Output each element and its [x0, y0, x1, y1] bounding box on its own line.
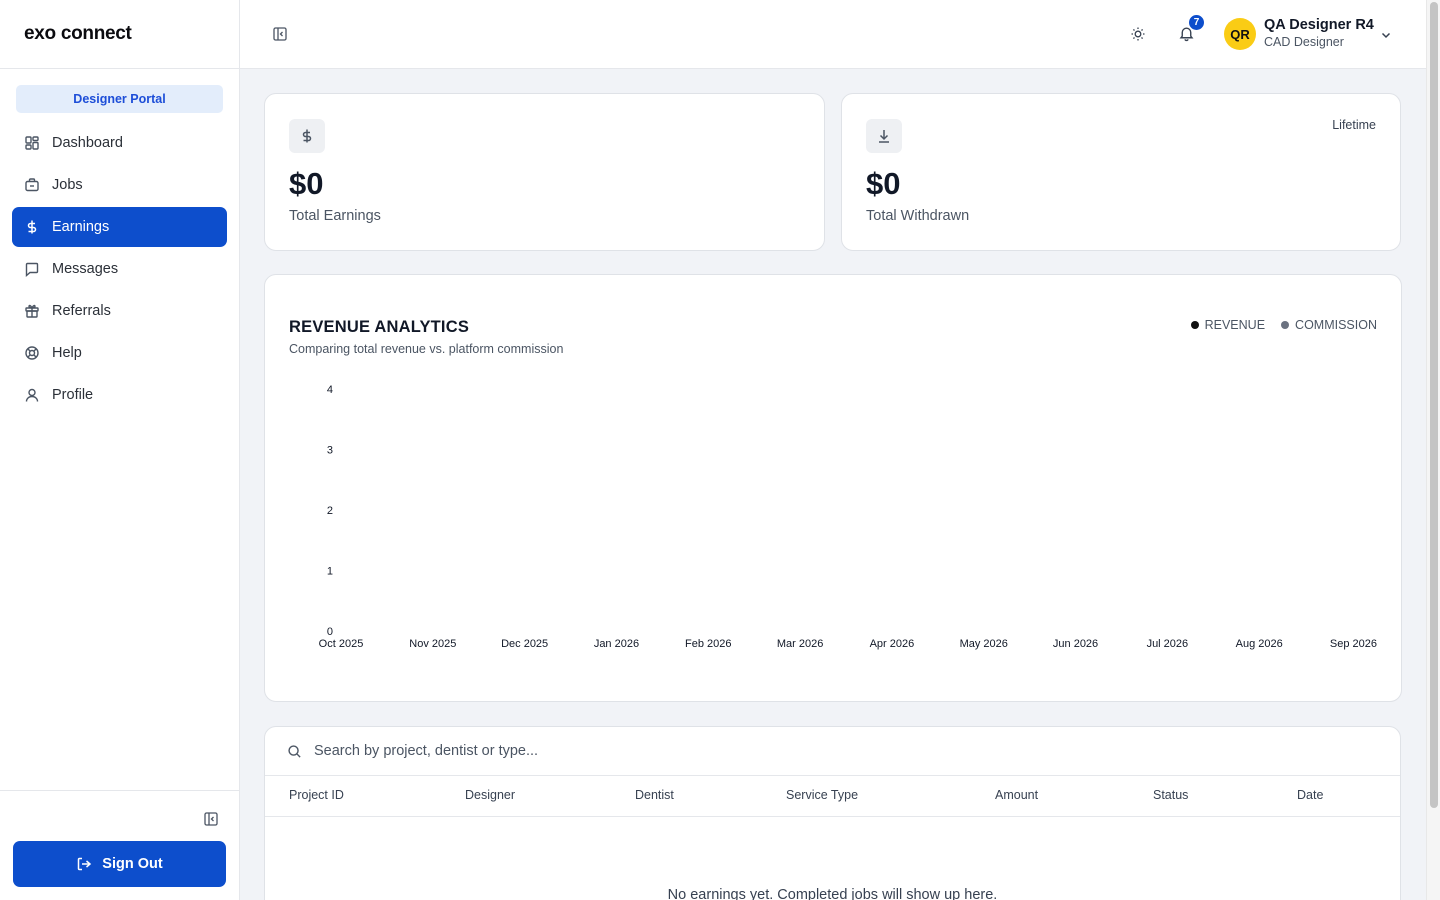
sidebar-item-label: Earnings: [52, 219, 110, 235]
sidebar-item-messages[interactable]: Messages: [12, 249, 227, 289]
x-tick-label: May 2026: [960, 638, 1008, 650]
sidebar-item-label: Jobs: [52, 177, 83, 193]
revenue-analytics-card: REVENUE ANALYTICS Comparing total revenu…: [264, 274, 1402, 702]
column-header-status[interactable]: Status: [1153, 788, 1188, 802]
portal-badge: Designer Portal: [16, 85, 223, 113]
total-earnings-card: $0 Total Earnings: [264, 93, 825, 251]
user-icon: [24, 387, 40, 403]
stat-value: $0: [289, 166, 324, 201]
brand-logo[interactable]: exo connect: [0, 0, 239, 69]
x-tick-label: Jun 2026: [1053, 638, 1098, 650]
sidebar-item-label: Profile: [52, 387, 94, 403]
dashboard-icon: [24, 135, 40, 151]
sidebar-item-label: Help: [52, 345, 82, 361]
sign-out-button[interactable]: Sign Out: [13, 841, 226, 887]
top-header: 7 QR QA Designer R4 CAD Designer: [240, 0, 1426, 69]
search-icon: [287, 744, 302, 759]
search-bar: [265, 727, 1400, 776]
x-tick-label: Mar 2026: [777, 638, 823, 650]
revenue-chart: 0 1 2 3 4 Oct 2025 Nov 2025 Dec 2025 Jan 2026 Feb…: [319, 384, 1377, 650]
scrollbar-thumb[interactable]: [1430, 2, 1438, 808]
page-scrollbar[interactable]: [1426, 0, 1440, 900]
x-tick-label: Jul 2026: [1147, 638, 1189, 650]
x-tick-label: Dec 2025: [501, 638, 548, 650]
sidebar-footer: Sign Out: [0, 790, 239, 900]
chevron-down-icon[interactable]: [1380, 28, 1392, 40]
stat-label: Total Earnings: [289, 208, 381, 224]
column-header-service-type[interactable]: Service Type: [786, 788, 858, 802]
y-tick-label: 0: [327, 626, 333, 638]
x-tick-label: Feb 2026: [685, 638, 731, 650]
dollar-icon: [24, 219, 40, 235]
sign-out-label: Sign Out: [102, 856, 163, 872]
table-header: Project ID Designer Dentist Service Type…: [265, 776, 1400, 817]
y-tick-label: 3: [327, 445, 333, 457]
y-tick-label: 2: [327, 505, 333, 517]
notification-count-badge: 7: [1188, 14, 1205, 31]
column-header-designer[interactable]: Designer: [465, 788, 515, 802]
sidebar-item-referrals[interactable]: Referrals: [12, 291, 227, 331]
avatar[interactable]: QR: [1224, 18, 1256, 50]
sidebar-nav: Dashboard Jobs Earnings Messages Referra…: [0, 123, 239, 415]
stat-value: $0: [866, 166, 901, 201]
stat-label: Total Withdrawn: [866, 208, 970, 224]
sidebar-item-earnings[interactable]: Earnings: [12, 207, 227, 247]
download-icon: [866, 119, 902, 153]
sidebar-item-label: Referrals: [52, 303, 111, 319]
x-tick-label: Sep 2026: [1330, 638, 1377, 650]
y-tick-label: 1: [327, 566, 333, 578]
user-name[interactable]: QA Designer R4: [1264, 17, 1374, 33]
collapse-sidebar-icon[interactable]: [203, 811, 219, 827]
sidebar: exo connect Designer Portal Dashboard Jo…: [0, 0, 240, 900]
column-header-date[interactable]: Date: [1297, 788, 1323, 802]
sidebar-item-dashboard[interactable]: Dashboard: [12, 123, 227, 163]
message-icon: [24, 261, 40, 277]
lifebuoy-icon: [24, 345, 40, 361]
logout-icon: [76, 856, 92, 872]
column-header-dentist[interactable]: Dentist: [635, 788, 674, 802]
sidebar-item-jobs[interactable]: Jobs: [12, 165, 227, 205]
empty-state-message: No earnings yet. Completed jobs will sho…: [667, 887, 998, 900]
y-tick-label: 4: [327, 384, 333, 396]
sidebar-item-profile[interactable]: Profile: [12, 375, 227, 415]
briefcase-icon: [24, 177, 40, 193]
x-tick-label: Nov 2025: [409, 638, 456, 650]
x-tick-label: Oct 2025: [319, 638, 364, 650]
column-header-project-id[interactable]: Project ID: [289, 788, 344, 802]
column-header-amount[interactable]: Amount: [995, 788, 1038, 802]
search-input[interactable]: [314, 743, 914, 759]
sidebar-item-label: Dashboard: [52, 135, 123, 151]
stat-period: Lifetime: [1332, 118, 1376, 132]
earnings-table-card: Project ID Designer Dentist Service Type…: [264, 726, 1401, 900]
sidebar-item-label: Messages: [52, 261, 119, 277]
total-withdrawn-card: Lifetime $0 Total Withdrawn: [841, 93, 1401, 251]
sun-icon[interactable]: [1130, 26, 1146, 42]
x-tick-label: Aug 2026: [1236, 638, 1283, 650]
x-tick-label: Apr 2026: [870, 638, 915, 650]
gift-icon: [24, 303, 40, 319]
dollar-icon: [289, 119, 325, 153]
toggle-sidebar-icon[interactable]: [272, 26, 288, 42]
user-role: CAD Designer: [1264, 35, 1344, 49]
x-tick-label: Jan 2026: [594, 638, 639, 650]
sidebar-item-help[interactable]: Help: [12, 333, 227, 373]
